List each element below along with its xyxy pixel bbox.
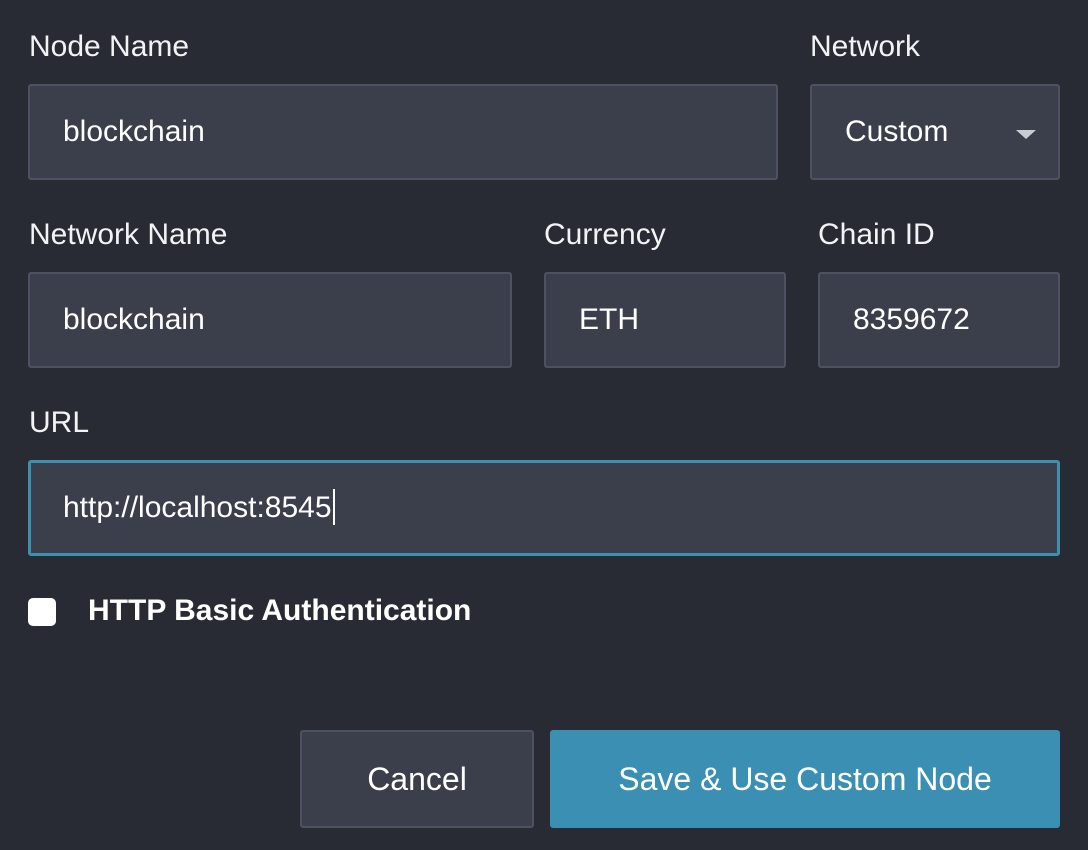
text-caret	[332, 489, 335, 526]
network-name-input[interactable]: blockchain	[28, 272, 512, 368]
network-label: Network	[810, 30, 921, 63]
node-name-label: Node Name	[29, 30, 190, 63]
custom-node-form: Node Name blockchain Network Custom Netw…	[0, 0, 1088, 850]
network-name-label: Network Name	[29, 218, 228, 251]
chevron-down-icon	[1016, 130, 1036, 139]
network-name-value: blockchain	[63, 303, 205, 336]
currency-value: ETH	[579, 303, 639, 336]
http-basic-auth-label[interactable]: HTTP Basic Authentication	[88, 593, 471, 629]
node-name-input[interactable]: blockchain	[28, 84, 778, 180]
http-basic-auth-checkbox[interactable]	[28, 598, 56, 626]
currency-input[interactable]: ETH	[544, 272, 786, 368]
url-value: http://localhost:8545	[63, 491, 332, 524]
network-select[interactable]: Custom	[810, 84, 1060, 180]
url-label: URL	[29, 406, 90, 439]
chain-id-label: Chain ID	[818, 218, 935, 251]
chain-id-input[interactable]: 8359672	[818, 272, 1060, 368]
url-input[interactable]: http://localhost:8545	[28, 460, 1060, 556]
url-value-wrapper: http://localhost:8545	[63, 463, 335, 555]
network-selected-value: Custom	[845, 115, 949, 148]
save-custom-node-button[interactable]: Save & Use Custom Node	[550, 730, 1060, 828]
currency-label: Currency	[544, 218, 666, 251]
cancel-button[interactable]: Cancel	[300, 730, 534, 828]
chain-id-value: 8359672	[853, 303, 970, 336]
node-name-value: blockchain	[63, 115, 205, 148]
